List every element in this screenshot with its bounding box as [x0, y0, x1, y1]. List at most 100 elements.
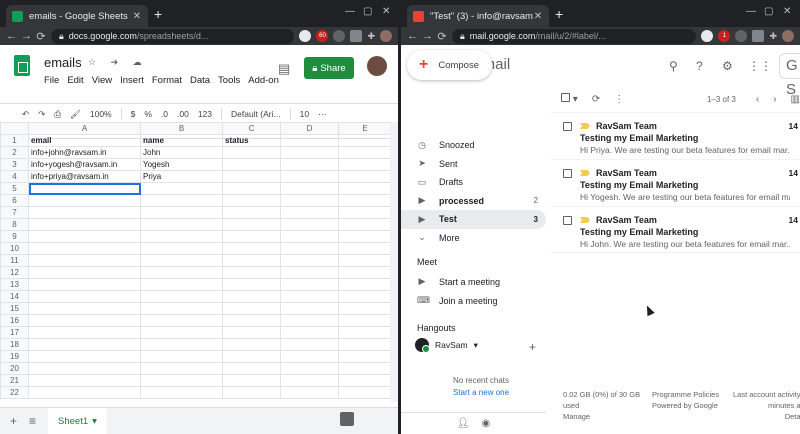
maximize-icon[interactable]: ▢ — [764, 6, 773, 17]
sidebar-item-test[interactable]: ▶ Test 3 — [401, 210, 546, 229]
refresh-icon[interactable]: ⟳ — [592, 94, 600, 105]
cell[interactable] — [338, 326, 392, 339]
cell[interactable] — [280, 218, 339, 231]
cell[interactable] — [140, 350, 223, 363]
row-header[interactable]: 4 — [0, 170, 29, 183]
cell[interactable] — [338, 374, 392, 387]
cell[interactable] — [280, 206, 339, 219]
cell[interactable] — [28, 362, 141, 375]
extension-icon[interactable] — [333, 30, 346, 42]
cell[interactable] — [338, 338, 392, 351]
new-tab-button[interactable]: + — [555, 6, 563, 22]
cell[interactable] — [28, 278, 141, 291]
cell[interactable] — [280, 254, 339, 267]
cell[interactable] — [280, 182, 339, 195]
row-header[interactable]: 15 — [0, 302, 29, 315]
adblock-badge-icon[interactable]: 60 — [316, 30, 329, 42]
cell[interactable] — [280, 326, 339, 339]
start-new-chat-link[interactable]: Start a new one — [453, 388, 509, 397]
cell[interactable] — [280, 278, 339, 291]
programme-policies-link[interactable]: Programme Policies — [652, 389, 719, 400]
cell[interactable] — [140, 266, 223, 279]
cell[interactable] — [28, 326, 141, 339]
font-size-select[interactable]: 10 — [300, 109, 309, 119]
cell[interactable] — [280, 134, 339, 147]
cell[interactable]: info+priya@ravsam.in — [28, 170, 141, 183]
profile-avatar[interactable] — [380, 30, 392, 42]
cell[interactable]: status — [222, 134, 281, 147]
cell[interactable] — [338, 278, 392, 291]
column-header[interactable]: D — [280, 122, 339, 135]
font-select[interactable]: Default (Ari... — [231, 109, 281, 119]
cell[interactable] — [222, 146, 281, 159]
url-field[interactable]: 🔒︎ mail.google.com/mail/u/2/#label/... — [452, 28, 697, 44]
cell[interactable] — [280, 350, 339, 363]
comment-icon[interactable]: ▤ — [278, 61, 290, 77]
zoom-select[interactable]: 100% — [90, 109, 112, 119]
cell[interactable] — [140, 338, 223, 351]
apps-grid-icon[interactable]: ⋮⋮ — [748, 59, 772, 73]
currency-button[interactable]: $ — [131, 109, 136, 119]
redo-icon[interactable]: ↷ — [38, 109, 45, 120]
row-header[interactable]: 2 — [0, 146, 29, 159]
importance-marker-icon[interactable] — [580, 170, 590, 176]
cell[interactable] — [280, 170, 339, 183]
new-conversation-icon[interactable]: + — [529, 340, 536, 354]
row-header[interactable]: 20 — [0, 362, 29, 375]
cell[interactable] — [222, 158, 281, 171]
select-all-checkbox[interactable]: ▾ — [561, 93, 578, 105]
cell[interactable] — [338, 314, 392, 327]
share-button[interactable]: 🔒︎ Share — [304, 57, 354, 79]
column-header[interactable]: B — [140, 122, 223, 135]
cell[interactable] — [338, 206, 392, 219]
cell[interactable] — [28, 290, 141, 303]
cell[interactable]: Priya — [140, 170, 223, 183]
undo-icon[interactable]: ↶ — [22, 109, 29, 120]
cell[interactable] — [280, 158, 339, 171]
cell[interactable] — [140, 326, 223, 339]
maximize-icon[interactable]: ▢ — [363, 6, 372, 17]
cell[interactable] — [140, 242, 223, 255]
cell[interactable] — [280, 362, 339, 375]
row-header[interactable]: 22 — [0, 386, 29, 399]
extension-icon[interactable] — [735, 30, 748, 42]
cell[interactable] — [280, 290, 339, 303]
cell[interactable] — [222, 338, 281, 351]
menu-tools[interactable]: Tools — [218, 75, 240, 86]
more-icon[interactable]: ⋯ — [318, 109, 327, 120]
cell[interactable] — [280, 314, 339, 327]
manage-storage-link[interactable]: Manage — [563, 411, 640, 422]
cell[interactable] — [140, 386, 223, 399]
cell[interactable] — [28, 218, 141, 231]
sidebar-item-processed[interactable]: ▶ processed 2 — [401, 192, 546, 211]
cell[interactable] — [140, 230, 223, 243]
cell[interactable] — [338, 302, 392, 315]
cell[interactable] — [280, 230, 339, 243]
join-meeting-button[interactable]: ⌨ Join a meeting — [417, 295, 498, 306]
cell[interactable] — [222, 374, 281, 387]
sheet-table[interactable]: A B C D E 1 email name status 2 info+john@rav… — [0, 122, 392, 399]
puzzle-icon[interactable]: ✚ — [367, 31, 375, 42]
minimize-icon[interactable]: — — [746, 6, 756, 17]
menu-view[interactable]: View — [92, 75, 112, 86]
cell[interactable] — [222, 350, 281, 363]
cell[interactable] — [338, 146, 392, 159]
cell[interactable] — [28, 386, 141, 399]
cell[interactable] — [140, 362, 223, 375]
reload-icon[interactable]: ⟳ — [437, 30, 447, 43]
compose-button[interactable]: + Compose — [407, 50, 492, 80]
browser-tab-sheets[interactable]: emails - Google Sheets ✕ — [6, 5, 148, 27]
cell[interactable] — [338, 218, 392, 231]
row-header[interactable]: 5 — [0, 182, 29, 195]
spreadsheet-grid[interactable]: A B C D E 1 email name status 2 info+john@rav… — [0, 122, 398, 399]
activity-details-link[interactable]: Deta — [733, 411, 800, 422]
cell[interactable] — [280, 374, 339, 387]
minimize-icon[interactable]: — — [345, 6, 355, 17]
more-vertical-icon[interactable]: ⋮ — [614, 94, 624, 105]
menu-file[interactable]: File — [44, 75, 59, 86]
cell[interactable] — [140, 314, 223, 327]
new-tab-button[interactable]: + — [154, 6, 162, 22]
browser-tab-gmail[interactable]: "Test" (3) - info@ravsam... ✕ — [407, 5, 549, 27]
row-header[interactable]: 16 — [0, 314, 29, 327]
cell[interactable] — [222, 278, 281, 291]
